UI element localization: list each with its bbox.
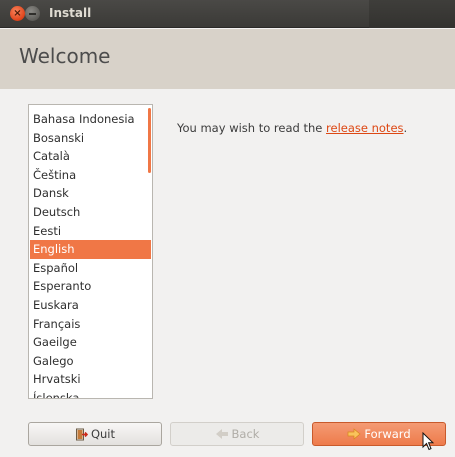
page-header: Welcome (0, 29, 455, 89)
close-icon[interactable]: × (10, 6, 25, 21)
mouse-cursor-icon (422, 432, 434, 451)
quit-label: Quit (90, 427, 116, 441)
release-notes-text: You may wish to read the release notes. (177, 121, 407, 135)
language-list-item[interactable]: Español (30, 259, 151, 278)
language-list-item[interactable]: Català (30, 147, 151, 166)
language-list-item[interactable]: Galego (30, 352, 151, 371)
minimize-icon[interactable] (25, 6, 40, 21)
language-list-item[interactable]: Français (30, 315, 151, 334)
release-notes-prefix: You may wish to read the (177, 121, 327, 135)
language-list-item[interactable]: Dansk (30, 184, 151, 203)
language-list-item[interactable]: Deutsch (30, 203, 151, 222)
language-list-item[interactable]: Euskara (30, 296, 151, 315)
language-list-item[interactable]: English (30, 240, 151, 259)
list-scrollbar[interactable] (148, 108, 151, 173)
title-bar-shade (369, 0, 455, 28)
language-list-item[interactable]: Bosanski (30, 129, 151, 148)
release-notes-suffix: . (403, 121, 408, 135)
language-list-item[interactable]: Íslenska (30, 389, 151, 398)
window-title: Install (49, 6, 92, 20)
language-list-item[interactable]: Esperanto (30, 277, 151, 296)
back-button[interactable]: Back (170, 422, 304, 446)
quit-button[interactable]: Quit (28, 422, 162, 446)
title-bar: × Install (0, 0, 455, 28)
language-list-item[interactable]: Gaeilge (30, 333, 151, 352)
page-title: Welcome (19, 44, 111, 68)
language-list-item[interactable]: Bahasa Indonesia (30, 110, 151, 129)
language-list-item[interactable]: Čeština (30, 166, 151, 185)
quit-icon (75, 428, 88, 441)
release-notes-link[interactable]: release notes (326, 121, 404, 135)
language-list[interactable]: Bahasa Indonesia Bosanski Català Čeština Dan… (28, 104, 153, 399)
arrow-left-icon (215, 428, 229, 440)
language-list-item[interactable]: Hrvatski (30, 370, 151, 389)
back-label: Back (231, 427, 260, 441)
forward-label: Forward (364, 427, 411, 441)
language-list-item[interactable]: Eesti (30, 222, 151, 241)
arrow-right-icon (347, 428, 361, 440)
